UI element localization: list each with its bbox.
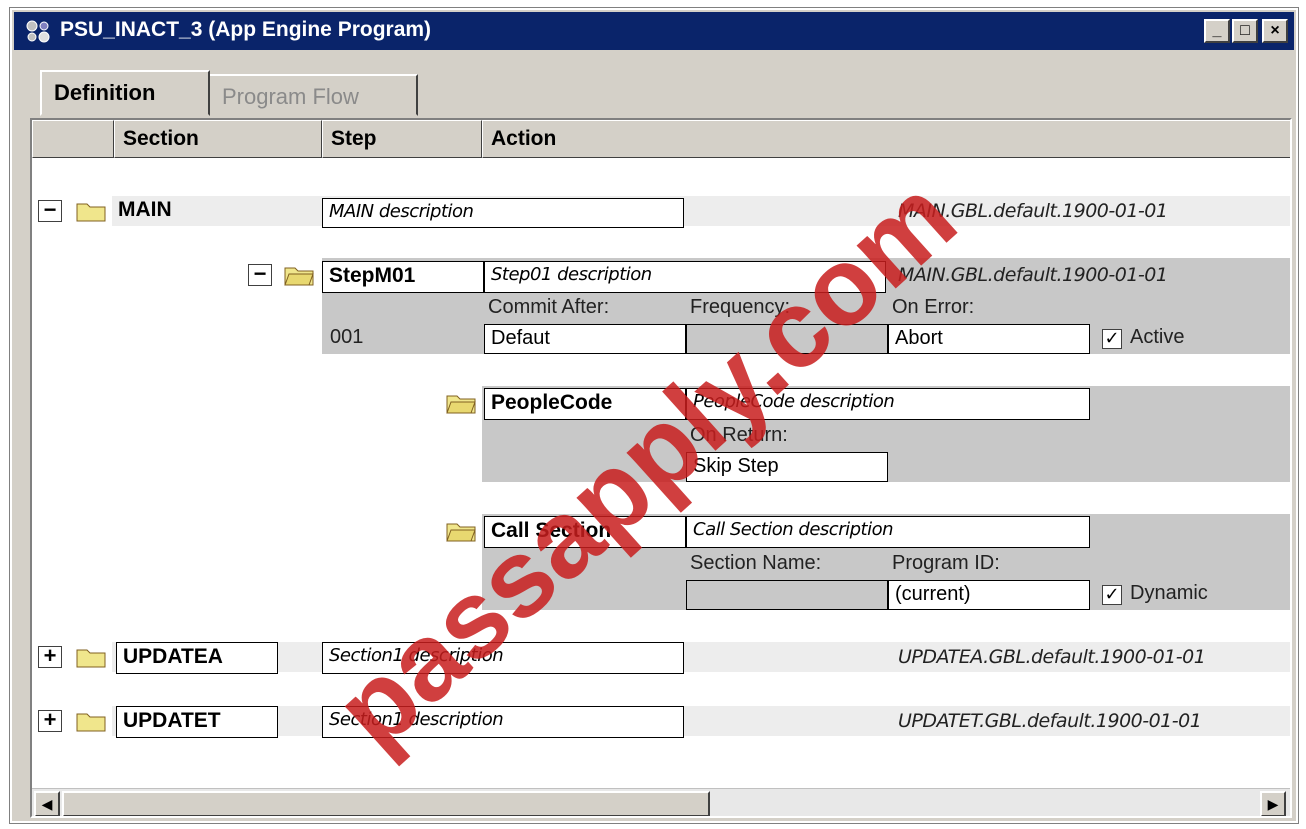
on-error-field[interactable]: Abort (888, 324, 1090, 354)
step-description-field[interactable]: Step01 description (484, 261, 886, 293)
maximize-button[interactable]: □ (1232, 19, 1258, 43)
window-title: PSU_INACT_3 (App Engine Program) (60, 18, 432, 41)
scroll-right-arrow-icon[interactable]: ▶ (1260, 791, 1286, 816)
commit-after-field[interactable]: Defaut (484, 324, 686, 354)
peoplecode-action-name[interactable]: PeopleCode (484, 388, 686, 420)
header-step[interactable]: Step (322, 120, 482, 158)
column-header: Section Step Action (32, 120, 1290, 158)
definition-panel: Section Step Action − MAIN MAIN descript… (30, 118, 1292, 818)
peoplecode-description-field[interactable]: PeopleCode description (686, 388, 1090, 420)
active-label: Active (1130, 326, 1185, 348)
scroll-left-arrow-icon[interactable]: ◀ (34, 791, 60, 816)
folder-icon (76, 649, 106, 668)
dynamic-label: Dynamic (1130, 582, 1208, 604)
call-section-description-field[interactable]: Call Section description (686, 516, 1090, 548)
step-name-field[interactable]: StepM01 (322, 261, 484, 293)
open-folder-icon (446, 523, 476, 542)
step-collapse-toggle[interactable]: − (248, 263, 272, 286)
app-engine-window: PSU_INACT_3 (App Engine Program) _ □ × D… (9, 7, 1299, 824)
program-id-field[interactable]: (current) (888, 580, 1090, 610)
header-section[interactable]: Section (114, 120, 322, 158)
updatet-expand-toggle[interactable]: + (38, 709, 62, 732)
main-market: MAIN.GBL.default.1900-01-01 (898, 200, 1168, 222)
updatea-section-name[interactable]: UPDATEA (116, 642, 278, 674)
tab-definition[interactable]: Definition (40, 70, 210, 116)
main-section-name[interactable]: MAIN (118, 198, 172, 222)
open-folder-icon (284, 267, 314, 286)
on-return-label: On Return: (690, 424, 788, 446)
header-blank (32, 120, 114, 158)
header-action[interactable]: Action (482, 120, 1290, 158)
on-return-field[interactable]: Skip Step (686, 452, 888, 482)
commit-after-label: Commit After: (488, 296, 610, 318)
program-id-label: Program ID: (892, 552, 1000, 574)
app-engine-icon (26, 20, 50, 43)
section-name-label: Section Name: (690, 552, 822, 574)
dynamic-checkbox[interactable]: ✓ (1102, 585, 1122, 605)
updatea-expand-toggle[interactable]: + (38, 645, 62, 668)
call-section-action-name[interactable]: Call Section (484, 516, 686, 548)
updatea-description-field[interactable]: Section1 description (322, 642, 684, 674)
tab-program-flow[interactable]: Program Flow (208, 74, 418, 116)
active-checkbox[interactable]: ✓ (1102, 329, 1122, 349)
updatet-description-field[interactable]: Section1 description (322, 706, 684, 738)
close-button[interactable]: × (1262, 19, 1288, 43)
updatea-market: UPDATEA.GBL.default.1900-01-01 (898, 646, 1206, 668)
step-number: 001 (330, 326, 364, 348)
section-name-field[interactable] (686, 580, 888, 610)
minimize-button[interactable]: _ (1204, 19, 1230, 43)
on-error-label: On Error: (892, 296, 975, 318)
frequency-label: Frequency: (690, 296, 791, 318)
open-folder-icon (446, 395, 476, 414)
title-bar[interactable]: PSU_INACT_3 (App Engine Program) _ □ × (14, 12, 1294, 50)
folder-icon (76, 203, 106, 222)
main-description-field[interactable]: MAIN description (322, 198, 684, 228)
step-market: MAIN.GBL.default.1900-01-01 (898, 264, 1168, 286)
scrollbar-thumb[interactable] (62, 791, 710, 816)
updatet-market: UPDATET.GBL.default.1900-01-01 (898, 710, 1202, 732)
updatet-section-name[interactable]: UPDATET (116, 706, 278, 738)
frequency-field[interactable] (686, 324, 888, 354)
folder-icon (76, 713, 106, 732)
main-collapse-toggle[interactable]: − (38, 199, 62, 222)
horizontal-scrollbar[interactable]: ◀ ▶ (32, 788, 1290, 816)
